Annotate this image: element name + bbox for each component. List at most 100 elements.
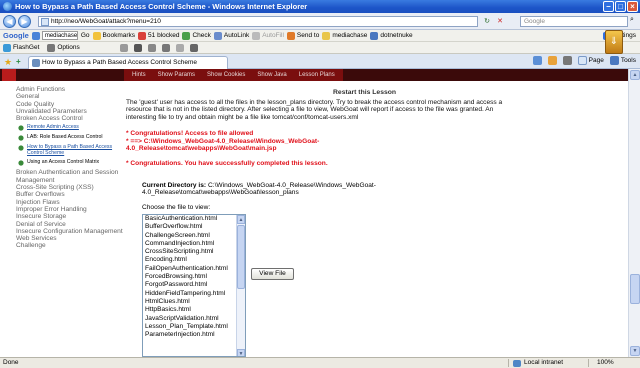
search-placeholder: Google	[524, 18, 545, 25]
close-button[interactable]: ×	[627, 1, 638, 12]
back-icon[interactable]: ◀	[3, 15, 16, 28]
list-item[interactable]: ForcedBrowsing.html	[143, 273, 245, 281]
nav-category[interactable]: Unvalidated Parameters	[16, 108, 128, 115]
send-to-button[interactable]: Send to	[286, 31, 319, 40]
nav-category[interactable]: Broken Authentication and Session Manage…	[16, 169, 128, 184]
list-item[interactable]: JavaScriptValidation.html	[143, 315, 245, 323]
forward-icon[interactable]: ▶	[18, 15, 31, 28]
lesson-bullet-icon	[18, 125, 24, 132]
nav-lesson-role-based[interactable]: LAB: Role Based Access Control	[18, 134, 128, 142]
current-dir-label: Current Directory is:	[142, 182, 207, 189]
go-button[interactable]: Go	[81, 32, 90, 39]
list-item[interactable]: ChallengeScreen.html	[143, 232, 245, 240]
popup-blocker-button[interactable]: 51 blocked	[138, 31, 179, 40]
search-icon[interactable]: ⌕	[630, 16, 634, 24]
nav-category[interactable]: Cross-Site Scripting (XSS)	[16, 184, 128, 191]
list-item[interactable]: HiddenFieldTampering.html	[143, 290, 245, 298]
tools-menu[interactable]: Tools	[609, 56, 636, 65]
nav-category[interactable]: General	[16, 93, 128, 100]
send-icon	[286, 31, 295, 40]
mediachase-button[interactable]: mediachase	[322, 31, 367, 40]
nav-category[interactable]: Broken Access Control	[16, 115, 128, 122]
search-input[interactable]: Google	[520, 16, 628, 27]
list-item[interactable]: HtmlClues.html	[143, 298, 245, 306]
feeds-icon[interactable]	[547, 56, 557, 65]
nav-category[interactable]: Buffer Overflows	[16, 191, 128, 198]
lesson-bullet-icon	[18, 145, 24, 152]
tab-row: ★ + How to Bypass a Path Based Access Co…	[0, 54, 640, 69]
address-row: ◀ ▶ http://neo/WebGoat/attack?menu=210 ↻…	[0, 13, 640, 30]
autolink-button[interactable]: AutoLink	[213, 31, 249, 40]
download-icon[interactable]: ⇓	[605, 30, 623, 54]
options-button[interactable]: Options	[47, 43, 80, 52]
list-item[interactable]: CommandInjection.html	[143, 240, 245, 248]
congrats-access: * Congratulations! Access to file allowe…	[126, 130, 254, 138]
list-scrollbar[interactable]: ▲ ▼	[236, 215, 245, 356]
check-button[interactable]: Check	[182, 31, 211, 40]
nav-category[interactable]: Challenge	[16, 242, 128, 249]
stop-icon[interactable]: ✕	[495, 16, 505, 26]
file-list[interactable]: BasicAuthentication.html BufferOverflow.…	[142, 214, 246, 357]
toolbar-search-input[interactable]: mediachase	[41, 31, 78, 40]
autofill-icon	[252, 31, 261, 40]
page-menu[interactable]: Page	[577, 56, 604, 65]
restart-lesson-link[interactable]: Restart this Lesson	[333, 89, 396, 96]
favorites-icon[interactable]: ★	[4, 57, 12, 68]
page-scroll-down-icon[interactable]: ▼	[630, 346, 640, 356]
nav-category[interactable]: Insecure Storage	[16, 213, 128, 220]
bookmarks-button[interactable]: Bookmarks	[92, 31, 135, 40]
nav-category[interactable]: Injection Flaws	[16, 199, 128, 206]
lesson-nav: Admin Functions General Code Quality Unv…	[16, 86, 128, 250]
page-scroll-up-icon[interactable]: ▲	[630, 70, 640, 80]
nav-category[interactable]: Admin Functions	[16, 86, 128, 93]
nav-category[interactable]: Denial of Service	[16, 221, 128, 228]
menu-lesson-plans[interactable]: Lesson Plans	[299, 72, 335, 78]
nav-category[interactable]: Improper Error Handling	[16, 206, 128, 213]
google-g-icon	[31, 31, 40, 40]
list-item[interactable]: Lesson_Plan_Template.html	[143, 323, 245, 331]
menu-hints[interactable]: Hints	[132, 72, 146, 78]
tool-icon-3[interactable]	[147, 43, 156, 52]
list-item[interactable]: BasicAuthentication.html	[143, 215, 245, 223]
menu-show-cookies[interactable]: Show Cookies	[207, 72, 245, 78]
congrats-complete: * Congratulations. You have successfully…	[126, 160, 328, 168]
menu-show-java[interactable]: Show Java	[257, 72, 286, 78]
view-file-button[interactable]: View File	[251, 268, 294, 280]
nav-category[interactable]: Code Quality	[16, 101, 128, 108]
flashget-button[interactable]: FlashGet	[3, 43, 39, 52]
nav-category[interactable]: Insecure Configuration Management	[16, 228, 128, 235]
minimize-button[interactable]: –	[603, 1, 614, 12]
nav-lesson-path-based[interactable]: How to Bypass a Path Based Access Contro…	[18, 144, 128, 156]
refresh-icon[interactable]: ↻	[482, 16, 492, 26]
zoom-level[interactable]: 100%	[597, 358, 614, 368]
list-item[interactable]: BufferOverflow.html	[143, 223, 245, 231]
address-input[interactable]: http://neo/WebGoat/attack?menu=210	[38, 16, 478, 27]
home-icon[interactable]	[532, 56, 542, 65]
tool-icon-1[interactable]	[119, 43, 128, 52]
tool-icon-5[interactable]	[175, 43, 184, 52]
scroll-up-icon[interactable]: ▲	[237, 215, 245, 224]
list-item[interactable]: ForgotPassword.html	[143, 281, 245, 289]
list-item[interactable]: CrossSiteScripting.html	[143, 248, 245, 256]
nav-category[interactable]: Web Services	[16, 235, 128, 242]
list-item[interactable]: HttpBasics.html	[143, 306, 245, 314]
scroll-down-icon[interactable]: ▼	[237, 349, 245, 356]
maximize-button[interactable]: □	[615, 1, 626, 12]
list-item[interactable]: Encoding.html	[143, 256, 245, 264]
menu-show-params[interactable]: Show Params	[158, 72, 195, 78]
list-item[interactable]: FailOpenAuthentication.html	[143, 265, 245, 273]
tool-icon-4[interactable]	[161, 43, 170, 52]
nav-lesson-access-matrix[interactable]: Using an Access Control Matrix	[18, 159, 128, 167]
autofill-button[interactable]: AutoFill	[252, 31, 284, 40]
add-favorite-icon[interactable]: +	[16, 57, 21, 66]
list-item[interactable]: ParameterInjection.html	[143, 331, 245, 339]
tab-current[interactable]: How to Bypass a Path Based Access Contro…	[28, 56, 228, 69]
dotnetnuke-button[interactable]: dotnetnuke	[370, 31, 413, 40]
page-scroll-thumb[interactable]	[630, 274, 640, 304]
list-scroll-thumb[interactable]	[237, 225, 245, 289]
nav-lesson-remote-admin[interactable]: Remote Admin Access	[18, 124, 128, 132]
print-icon[interactable]	[562, 56, 572, 65]
tool-icon-6[interactable]	[189, 43, 198, 52]
page-scrollbar[interactable]: ▲ ▼	[628, 69, 640, 357]
tool-icon-2[interactable]	[133, 43, 142, 52]
